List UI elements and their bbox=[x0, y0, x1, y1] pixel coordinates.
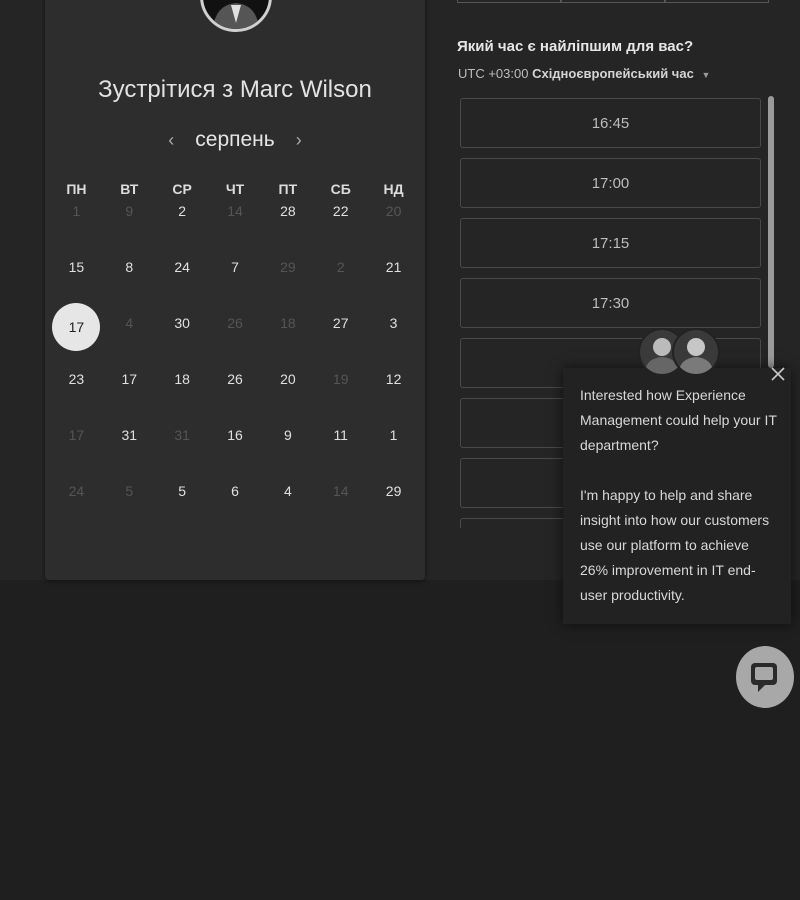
calendar-card: Зустрітися з Marc Wilson ‹ серпень › ПН В… bbox=[45, 0, 425, 580]
calendar-day-number: 21 bbox=[385, 259, 402, 275]
chevron-right-icon[interactable]: › bbox=[289, 130, 309, 151]
calendar-day: 14 bbox=[314, 483, 367, 539]
calendar-day-number: 12 bbox=[385, 371, 402, 387]
agent-avatar bbox=[672, 328, 720, 376]
calendar-day-number: 20 bbox=[385, 203, 402, 219]
calendar-day-number: 8 bbox=[125, 259, 134, 275]
calendar-day-number: 29 bbox=[280, 259, 296, 275]
calendar-day-number: 17 bbox=[121, 371, 138, 387]
calendar-day-number: 4 bbox=[125, 315, 134, 331]
calendar-grid: ПН ВТ СР ЧТ ПТ СБ НД 1 9 2 14 28 22 20 15 8 24 7 29 2 21 17 4… bbox=[50, 175, 420, 539]
calendar-day-number: 28 bbox=[280, 203, 296, 219]
meeting-title-prefix: Зустрітися з bbox=[98, 76, 234, 103]
calendar-day-number: 5 bbox=[178, 483, 187, 499]
strip-cell bbox=[665, 0, 769, 3]
calendar-day-number: 22 bbox=[332, 203, 349, 219]
calendar-days: 1 9 2 14 28 22 20 15 8 24 7 29 2 21 17 4 30 26 18 27 3 23 17 18… bbox=[50, 203, 420, 539]
month-label: серпень bbox=[195, 128, 275, 151]
calendar-day-number: 26 bbox=[227, 315, 243, 331]
close-icon[interactable] bbox=[769, 365, 787, 383]
time-slot-button[interactable]: 17:00 bbox=[460, 158, 761, 208]
calendar-day-number: 20 bbox=[280, 371, 296, 387]
timezone-offset: UTC +03:00 bbox=[458, 66, 529, 81]
chat-launcher-button[interactable] bbox=[736, 646, 794, 708]
calendar-day[interactable]: 6 bbox=[209, 483, 262, 539]
calendar-day-number: 23 bbox=[68, 371, 85, 387]
strip-cell bbox=[457, 0, 561, 3]
calendar-day-number: 15 bbox=[68, 259, 85, 275]
calendar-day-number: 2 bbox=[178, 203, 187, 219]
calendar-day-number: 29 bbox=[385, 483, 402, 499]
time-question: Який час є найліпшим для вас? bbox=[457, 38, 694, 55]
calendar-day-number: 11 bbox=[333, 427, 348, 443]
calendar-day-number: 18 bbox=[280, 315, 296, 331]
calendar-day-number: 6 bbox=[231, 483, 239, 499]
calendar-day-number: 19 bbox=[332, 371, 349, 387]
calendar-day-number: 7 bbox=[231, 259, 239, 275]
calendar-day-number: 31 bbox=[174, 427, 190, 443]
calendar-week: 24 5 5 6 4 14 29 bbox=[50, 483, 420, 539]
calendar-day-number: 16 bbox=[227, 427, 243, 443]
time-slot-button[interactable]: 16:45 bbox=[460, 98, 761, 148]
calendar-day-number: 2 bbox=[336, 259, 345, 275]
calendar-day-number: 27 bbox=[332, 315, 349, 331]
chat-message: Interested how Experience Management cou… bbox=[580, 383, 780, 608]
calendar-day[interactable]: 29 bbox=[367, 483, 420, 539]
caret-down-icon: ▼ bbox=[701, 70, 711, 80]
calendar-day-number: 1 bbox=[72, 203, 81, 219]
chat-agent-avatars bbox=[638, 328, 722, 378]
calendar-day-number: 26 bbox=[227, 371, 243, 387]
calendar-day[interactable]: 4 bbox=[261, 483, 314, 539]
calendar-day-number: 18 bbox=[174, 371, 190, 387]
slot-list-scrollbar[interactable] bbox=[768, 96, 774, 368]
calendar-day-number: 14 bbox=[227, 203, 243, 219]
timezone-name: Східноєвропейський час bbox=[532, 66, 694, 81]
chevron-left-icon[interactable]: ‹ bbox=[161, 130, 181, 151]
calendar-day: 24 bbox=[50, 483, 103, 539]
meeting-title: Зустрітися з Marc Wilson bbox=[45, 76, 425, 104]
calendar-day-number: 17 bbox=[68, 427, 85, 443]
month-navigation: ‹ серпень › bbox=[45, 125, 425, 155]
calendar-day-number: 14 bbox=[332, 483, 349, 499]
calendar-day-number: 24 bbox=[174, 259, 190, 275]
time-slot-button[interactable]: 17:15 bbox=[460, 218, 761, 268]
calendar-day-number: 9 bbox=[125, 203, 134, 219]
time-slot-button[interactable]: 17:30 bbox=[460, 278, 761, 328]
host-avatar bbox=[200, 0, 272, 32]
calendar-day-number: 4 bbox=[283, 483, 292, 499]
calendar-day: 5 bbox=[103, 483, 156, 539]
calendar-day-number: 5 bbox=[125, 483, 134, 499]
chat-message-paragraph: I'm happy to help and share insight into… bbox=[580, 487, 770, 603]
chat-bubble-icon bbox=[751, 663, 777, 692]
calendar-day-number: 3 bbox=[389, 315, 398, 331]
calendar-day[interactable]: 5 bbox=[156, 483, 209, 539]
calendar-day-number: 30 bbox=[174, 315, 190, 331]
strip-cell bbox=[561, 0, 665, 3]
chat-message-paragraph: Interested how Experience Management cou… bbox=[580, 387, 777, 453]
timezone-selector[interactable]: UTC +03:00 Східноєвропейський час ▼ bbox=[458, 66, 710, 81]
calendar-day-number: 24 bbox=[68, 483, 85, 499]
host-name: Marc Wilson bbox=[239, 76, 372, 103]
calendar-day-number: 31 bbox=[121, 427, 138, 443]
calendar-day-number: 9 bbox=[283, 427, 292, 443]
calendar-day-number: 1 bbox=[389, 427, 398, 443]
top-slot-strip bbox=[457, 0, 769, 3]
calendar-day-number: 17 bbox=[52, 303, 101, 351]
